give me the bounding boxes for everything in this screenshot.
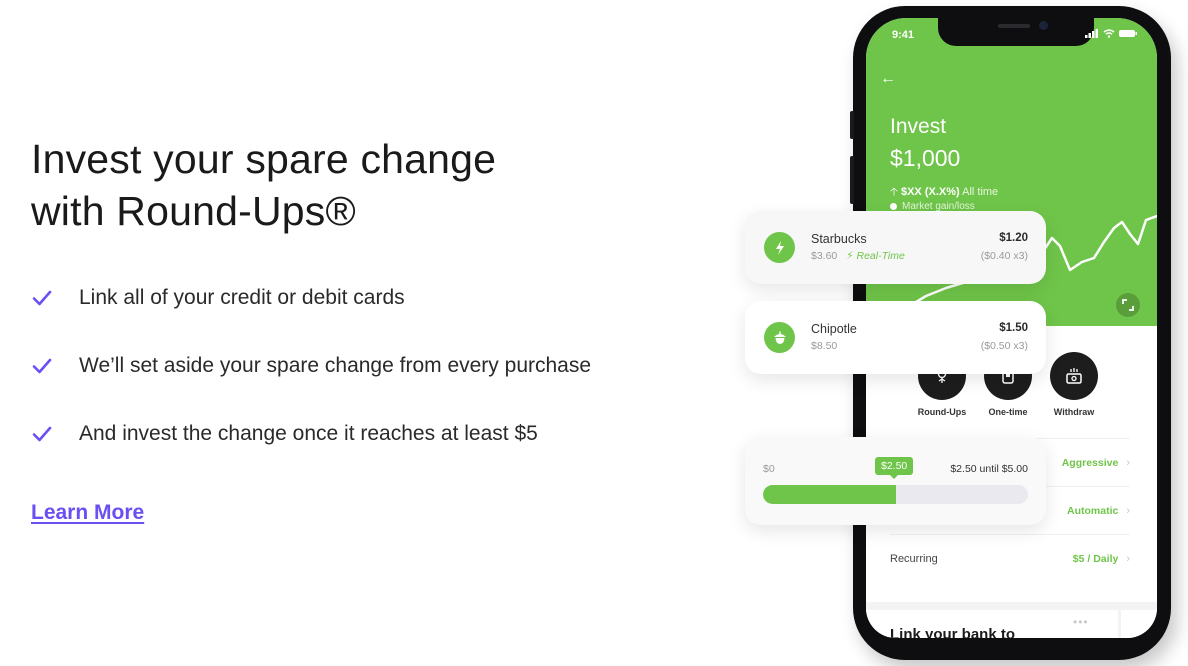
- feature-text: We’ll set aside your spare change from e…: [79, 354, 592, 377]
- chevron-right-icon: ›: [1126, 456, 1130, 469]
- status-time: 9:41: [892, 29, 915, 41]
- feature-text: And invest the change once it reaches at…: [79, 422, 538, 445]
- progress-fill: [763, 485, 896, 504]
- withdraw-button[interactable]: [1050, 352, 1098, 400]
- chevron-right-icon: ›: [1126, 552, 1130, 565]
- checkmark-icon: [32, 426, 52, 442]
- realtime-label: Real-Time: [856, 250, 905, 262]
- transaction-meta: $3.60 ⚡ Real-Time: [811, 250, 905, 262]
- signal-icon: [1085, 29, 1098, 38]
- feature-item: And invest the change once it reaches at…: [31, 418, 591, 450]
- more-options-icon[interactable]: •••: [1073, 615, 1089, 629]
- wifi-icon: [1103, 29, 1115, 38]
- transaction-meta: $8.50: [811, 340, 837, 352]
- merchant-icon: [764, 322, 795, 353]
- roundup-detail: ($0.50 x3): [980, 340, 1028, 352]
- gain-amount: $XX (X.X%): [900, 186, 960, 198]
- expand-chart-button[interactable]: [1116, 293, 1140, 317]
- feature-list: Link all of your credit or debit cards W…: [31, 282, 591, 486]
- progress-status: $2.50 until $5.00: [950, 463, 1028, 475]
- roundup-detail: ($0.40 x3): [980, 250, 1028, 262]
- section-divider: [866, 602, 1157, 610]
- roundup-amount: $1.20: [999, 232, 1028, 244]
- status-icons: [1085, 29, 1137, 38]
- gain-period: All time: [962, 186, 999, 198]
- realtime-tag: ⚡ Real-Time: [846, 250, 905, 262]
- arrow-left-icon[interactable]: ←: [880, 70, 896, 88]
- page-headline: Invest your spare change with Round-Ups®: [31, 133, 591, 237]
- setting-row-recurring[interactable]: Recurring $5 / Daily ›: [890, 534, 1130, 582]
- progress-min-label: $0: [763, 463, 775, 475]
- merchant-name: Chipotle: [811, 322, 857, 336]
- acorn-icon: [773, 331, 786, 344]
- arrow-up-icon: 🡡: [890, 186, 898, 198]
- progress-current-bubble: $2.50: [875, 457, 914, 479]
- setting-value-text: $5 / Daily: [1072, 552, 1119, 565]
- withdraw-action[interactable]: Withdraw: [1050, 352, 1098, 417]
- feature-item: Link all of your credit or debit cards: [31, 282, 591, 314]
- progress-track: [763, 485, 1028, 504]
- headline-line-2: with Round-Ups®: [31, 188, 356, 234]
- action-label: One-time: [988, 407, 1028, 417]
- purchase-price: $3.60: [811, 250, 838, 262]
- battery-icon: [1119, 30, 1137, 37]
- cash-withdraw-icon: [1066, 368, 1082, 384]
- checkmark-icon: [32, 290, 52, 306]
- link-bank-title: Link your bank to: [890, 626, 1016, 638]
- transaction-card: Chipotle $8.50 $1.50 ($0.50 x3): [745, 301, 1046, 374]
- merchant-icon: [764, 232, 795, 263]
- feature-item: We’ll set aside your spare change from e…: [31, 350, 591, 382]
- chevron-right-icon: ›: [1126, 504, 1130, 517]
- action-label: Withdraw: [1053, 407, 1095, 417]
- checkmark-icon: [32, 358, 52, 374]
- action-label: Round-Ups: [917, 407, 967, 417]
- next-card[interactable]: [1118, 610, 1157, 638]
- expand-icon: [1122, 299, 1134, 311]
- camera: [1039, 21, 1048, 30]
- roundup-amount: $1.50: [999, 322, 1028, 334]
- setting-value: $5 / Daily ›: [1073, 553, 1130, 565]
- setting-label: Recurring: [890, 552, 938, 565]
- phone-notch: [938, 18, 1094, 46]
- setting-value: Automatic ›: [1067, 505, 1130, 517]
- phone-side-button: [850, 111, 854, 139]
- lightning-icon: [775, 240, 784, 255]
- speaker: [998, 24, 1030, 28]
- phone-side-button: [850, 156, 854, 204]
- learn-more-link[interactable]: Learn More: [31, 501, 144, 525]
- headline-line-1: Invest your spare change: [31, 136, 497, 182]
- setting-value: Aggressive ›: [1062, 457, 1130, 469]
- merchant-name: Starbucks: [811, 232, 867, 246]
- setting-value-text: Aggressive: [1061, 456, 1119, 469]
- invest-title: Invest: [890, 115, 947, 138]
- feature-text: Link all of your credit or debit cards: [79, 286, 405, 309]
- purchase-price: $8.50: [811, 340, 838, 352]
- roundup-progress-card: $0 $2.50 $2.50 until $5.00: [745, 437, 1046, 525]
- transaction-card: Starbucks $3.60 ⚡ Real-Time $1.20 ($0.40…: [745, 211, 1046, 284]
- invest-balance: $1,000: [890, 145, 961, 171]
- setting-value-text: Automatic: [1066, 504, 1119, 517]
